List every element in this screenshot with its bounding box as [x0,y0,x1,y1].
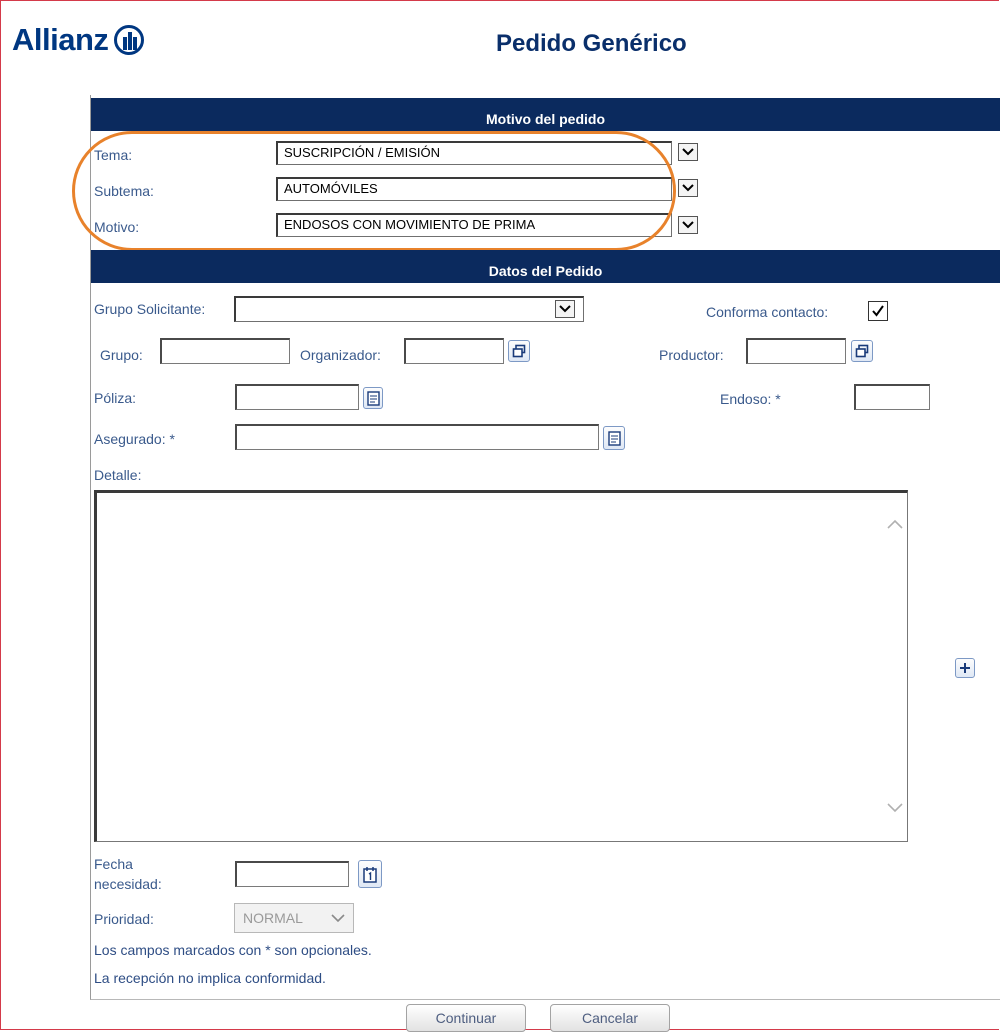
detalle-textarea[interactable] [94,490,908,842]
grupo-input[interactable] [160,338,290,364]
poliza-search-button[interactable] [363,387,383,409]
fecha-necesidad-input[interactable] [235,861,349,887]
fecha-label-line2: necesidad: [94,876,162,892]
subtema-dropdown-button[interactable] [678,179,698,197]
dropdown-arrow-icon [682,221,694,229]
note-reception: La recepción no implica conformidad. [94,970,326,986]
poliza-input[interactable] [235,384,359,410]
poliza-label: Póliza: [94,390,137,406]
asegurado-search-button[interactable] [603,426,625,450]
detalle-label: Detalle: [94,467,142,483]
checkmark-icon [872,305,884,317]
productor-input[interactable] [746,338,846,364]
organizador-label: Organizador: [300,347,381,363]
organizador-lookup-button[interactable] [508,340,530,362]
motivo-header: Motivo del pedido [91,98,1000,131]
cancelar-button[interactable]: Cancelar [550,1004,670,1032]
grupo-label: Grupo: [100,347,143,363]
endoso-label: Endoso: * [720,391,781,407]
allianz-logo-icon [114,25,145,55]
lookup-window-icon [512,344,526,358]
highlight-annotation [72,131,676,251]
page-title: Pedido Genérico [496,30,687,57]
lookup-window-icon [855,344,869,358]
expand-detalle-button[interactable] [955,658,975,678]
scroll-down-icon[interactable] [886,802,904,814]
dropdown-arrow-icon [559,305,571,313]
dropdown-arrow-icon [682,184,694,192]
endoso-input[interactable] [854,384,930,410]
productor-label: Productor: [659,347,724,363]
organizador-input[interactable] [404,338,504,364]
asegurado-label: Asegurado: * [94,431,175,447]
motivo-dropdown-button[interactable] [678,216,698,234]
note-optional-fields: Los campos marcados con * son opcionales… [94,942,372,958]
plus-icon [960,663,970,673]
chevron-down-icon [331,914,345,923]
grupo-solicitante-select[interactable] [234,296,584,322]
productor-lookup-button[interactable] [851,340,873,362]
continuar-button[interactable]: Continuar [406,1004,526,1032]
prioridad-value: NORMAL [243,910,303,926]
scroll-up-icon[interactable] [886,518,904,530]
fecha-necesidad-label: Fecha necesidad: [94,854,162,894]
tema-dropdown-button[interactable] [678,143,698,161]
prioridad-label: Prioridad: [94,911,154,927]
document-search-icon [366,390,380,406]
calendar-button[interactable] [358,860,382,888]
conforma-contacto-checkbox[interactable] [868,301,888,321]
grupo-solicitante-dropdown-button[interactable] [555,300,575,318]
calendar-icon [363,866,377,883]
brand-name: Allianz [12,22,109,57]
document-search-icon [607,430,621,446]
datos-header: Datos del Pedido [91,250,1000,283]
conforma-contacto-label: Conforma contacto: [706,304,829,320]
grupo-solicitante-label: Grupo Solicitante: [94,301,206,317]
prioridad-select[interactable]: NORMAL [234,903,354,933]
fecha-label-line1: Fecha [94,856,133,872]
asegurado-input[interactable] [235,424,599,450]
dropdown-arrow-icon [682,148,694,156]
allianz-logo: Allianz [12,22,145,58]
